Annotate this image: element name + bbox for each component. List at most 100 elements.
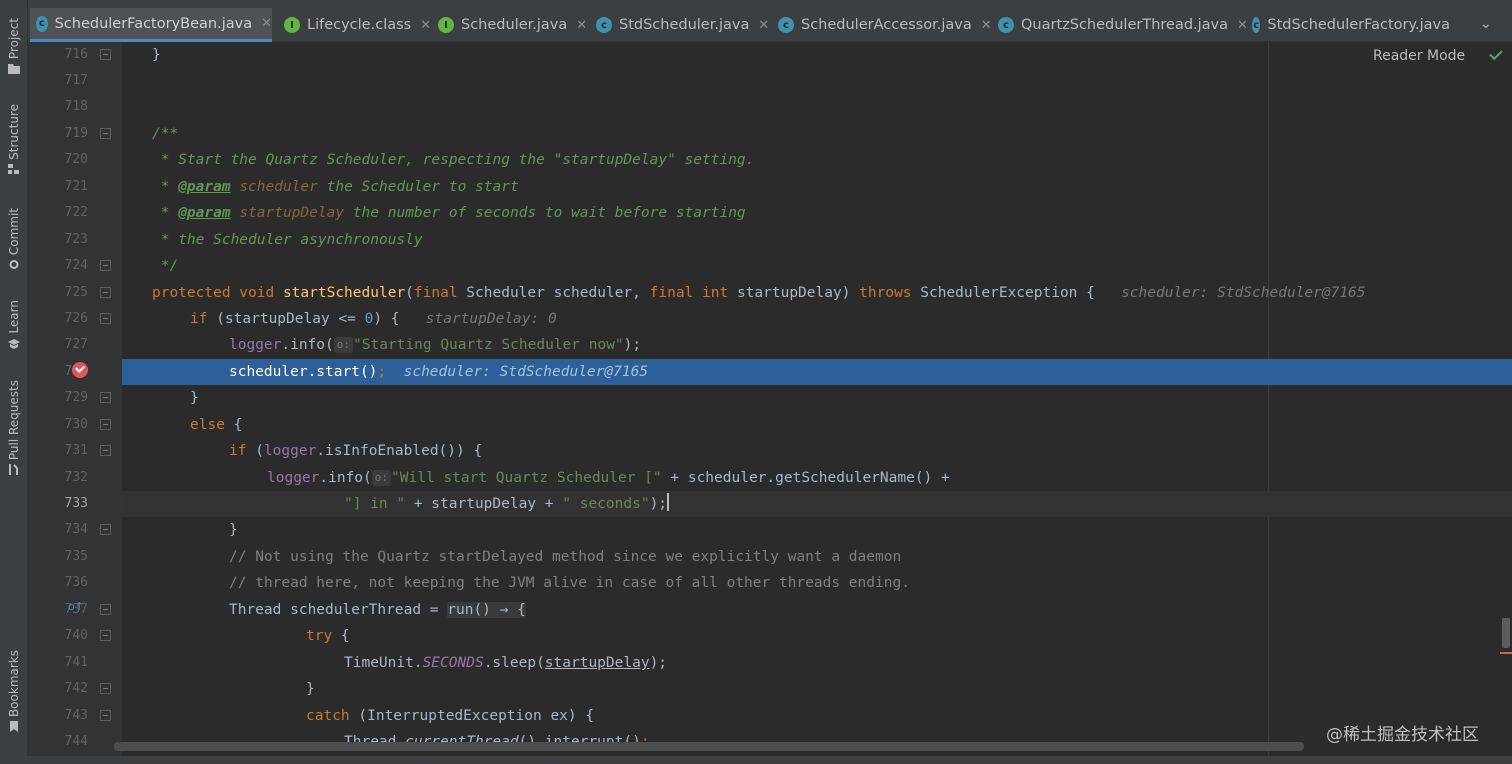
fold-marker[interactable] bbox=[100, 445, 111, 456]
interface-icon: I bbox=[284, 17, 300, 33]
code-line-724: */ bbox=[152, 258, 179, 274]
bookmark-icon bbox=[10, 721, 18, 733]
text-cursor bbox=[667, 493, 670, 511]
collapsed-lambda[interactable]: run() → { bbox=[447, 602, 526, 618]
fold-marker[interactable] bbox=[100, 683, 111, 694]
line-number: 740 bbox=[64, 628, 88, 643]
editor-tab-bar: c SchedulerFactoryBean.java ✕ I Lifecycl… bbox=[28, 0, 1512, 42]
commit-icon bbox=[9, 260, 19, 270]
code-line-719: /** bbox=[152, 126, 179, 142]
pull-request-icon bbox=[9, 464, 18, 476]
fold-marker[interactable] bbox=[100, 260, 111, 271]
close-icon[interactable]: ✕ bbox=[261, 16, 272, 31]
code-line-742: } bbox=[306, 681, 315, 697]
line-number: 736 bbox=[64, 575, 88, 590]
line-number: 741 bbox=[64, 655, 88, 670]
warning-stripe-marker[interactable] bbox=[1500, 652, 1512, 654]
graduation-cap-icon bbox=[8, 338, 20, 349]
debug-value-hint: scheduler: StdScheduler@7165 bbox=[1121, 285, 1366, 301]
fold-marker[interactable] bbox=[100, 630, 111, 641]
tab-quartz-scheduler-thread[interactable]: c QuartzSchedulerThread.java ✕ bbox=[992, 8, 1248, 42]
fold-marker[interactable] bbox=[100, 392, 111, 403]
fold-marker[interactable] bbox=[100, 49, 111, 60]
chevron-down-icon[interactable]: ⌄ bbox=[1480, 16, 1492, 32]
line-number: 729 bbox=[64, 390, 88, 405]
line-number: 723 bbox=[64, 232, 88, 247]
debug-value-hint: scheduler: StdScheduler@7165 bbox=[403, 364, 649, 380]
fold-marker[interactable] bbox=[100, 710, 111, 721]
parameter-hint: o: bbox=[333, 337, 354, 353]
code-line-726: if (startupDelay <= 0) { startupDelay: 0 bbox=[190, 311, 557, 327]
code-line-721: * @param scheduler the Scheduler to star… bbox=[152, 179, 519, 195]
line-number: 717 bbox=[64, 73, 88, 88]
vertical-scrollbar-thumb[interactable] bbox=[1502, 618, 1510, 648]
tool-commit-label: Commit bbox=[7, 208, 21, 256]
folder-icon bbox=[8, 64, 20, 75]
tab-scheduler-factory-bean[interactable]: c SchedulerFactoryBean.java ✕ bbox=[30, 8, 272, 42]
debug-value-hint: startupDelay: 0 bbox=[425, 311, 557, 327]
code-line-720: * Start the Quartz Scheduler, respecting… bbox=[152, 152, 755, 168]
line-number: 743 bbox=[64, 708, 88, 723]
code-line-722: * @param startupDelay the number of seco… bbox=[152, 205, 746, 221]
line-number: 725 bbox=[64, 285, 88, 300]
tool-learn-button[interactable]: Learn bbox=[0, 300, 28, 349]
line-number: 716 bbox=[64, 47, 88, 62]
tab-label: SchedulerAccessor.java bbox=[801, 17, 972, 33]
fold-marker[interactable] bbox=[100, 128, 111, 139]
code-line-733-caret: "] in " + startupDelay + " seconds"); bbox=[122, 491, 1512, 517]
tab-label: StdSchedulerFactory.java bbox=[1267, 17, 1450, 33]
code-line-716: } bbox=[152, 47, 161, 63]
line-number-current: 733 bbox=[64, 496, 88, 511]
line-number: 731 bbox=[64, 443, 88, 458]
class-icon: c bbox=[1252, 17, 1261, 33]
code-line-729: } bbox=[190, 390, 199, 406]
tool-project-button[interactable]: Project bbox=[0, 18, 28, 75]
fold-marker[interactable] bbox=[100, 419, 111, 430]
tab-label: Lifecycle.class bbox=[307, 17, 412, 33]
line-number: 742 bbox=[64, 681, 88, 696]
close-icon[interactable]: ✕ bbox=[420, 18, 431, 33]
class-icon: c bbox=[778, 17, 794, 33]
code-line-731: if (logger.isInfoEnabled()) { bbox=[229, 443, 483, 459]
code-line-728-execution-point: scheduler.start(); scheduler: StdSchedul… bbox=[122, 359, 1512, 385]
interface-icon: I bbox=[438, 17, 454, 33]
editor-gutter: 716 717 718 719 720 721 722 723 724 725 … bbox=[28, 42, 122, 764]
line-number: 720 bbox=[64, 152, 88, 167]
tab-scheduler[interactable]: I Scheduler.java ✕ bbox=[432, 8, 587, 42]
breakpoint-icon[interactable] bbox=[72, 362, 88, 378]
tab-std-scheduler[interactable]: c StdScheduler.java ✕ bbox=[590, 8, 769, 42]
structure-icon bbox=[8, 163, 19, 174]
fold-marker[interactable] bbox=[100, 287, 111, 298]
close-icon[interactable]: ✕ bbox=[758, 18, 769, 33]
tab-lifecycle[interactable]: I Lifecycle.class ✕ bbox=[278, 8, 431, 42]
code-editor[interactable]: } /** * Start the Quartz Scheduler, resp… bbox=[122, 42, 1512, 764]
reader-mode-toggle[interactable]: Reader Mode bbox=[1373, 48, 1465, 64]
override-method-icon[interactable]: o↑ bbox=[68, 600, 84, 613]
tab-std-scheduler-factory[interactable]: c StdSchedulerFactory.java bbox=[1246, 8, 1450, 42]
code-line-736: // thread here, not keeping the JVM aliv… bbox=[229, 575, 910, 591]
code-line-737: Thread schedulerThread = run() → { bbox=[229, 602, 526, 618]
line-number: 730 bbox=[64, 417, 88, 432]
line-number: 721 bbox=[64, 179, 88, 194]
line-number: 724 bbox=[64, 258, 88, 273]
status-bar bbox=[0, 756, 1512, 764]
tool-structure-button[interactable]: Structure bbox=[0, 104, 28, 175]
code-line-732: logger.info(o: "Will start Quartz Schedul… bbox=[267, 470, 950, 486]
tool-bookmarks-button[interactable]: Bookmarks bbox=[0, 650, 28, 733]
tool-bookmarks-label: Bookmarks bbox=[7, 650, 21, 718]
tab-label: SchedulerFactoryBean.java bbox=[54, 15, 253, 32]
tab-scheduler-accessor[interactable]: c SchedulerAccessor.java ✕ bbox=[772, 8, 992, 42]
code-line-727: logger.info(o: "Starting Quartz Scheduler… bbox=[229, 337, 642, 353]
code-line-741: TimeUnit.SECONDS.sleep(startupDelay); bbox=[344, 655, 668, 671]
fold-marker[interactable] bbox=[100, 604, 111, 615]
close-icon[interactable]: ✕ bbox=[576, 18, 587, 33]
fold-marker[interactable] bbox=[100, 524, 111, 535]
code-line-730: else { bbox=[190, 417, 243, 433]
close-icon[interactable]: ✕ bbox=[981, 18, 992, 33]
line-number: 726 bbox=[64, 311, 88, 326]
tool-pull-requests-button[interactable]: Pull Requests bbox=[0, 380, 28, 476]
line-number: 727 bbox=[64, 337, 88, 352]
tool-commit-button[interactable]: Commit bbox=[0, 208, 28, 270]
horizontal-scrollbar[interactable] bbox=[114, 742, 1304, 751]
fold-marker[interactable] bbox=[100, 313, 111, 324]
